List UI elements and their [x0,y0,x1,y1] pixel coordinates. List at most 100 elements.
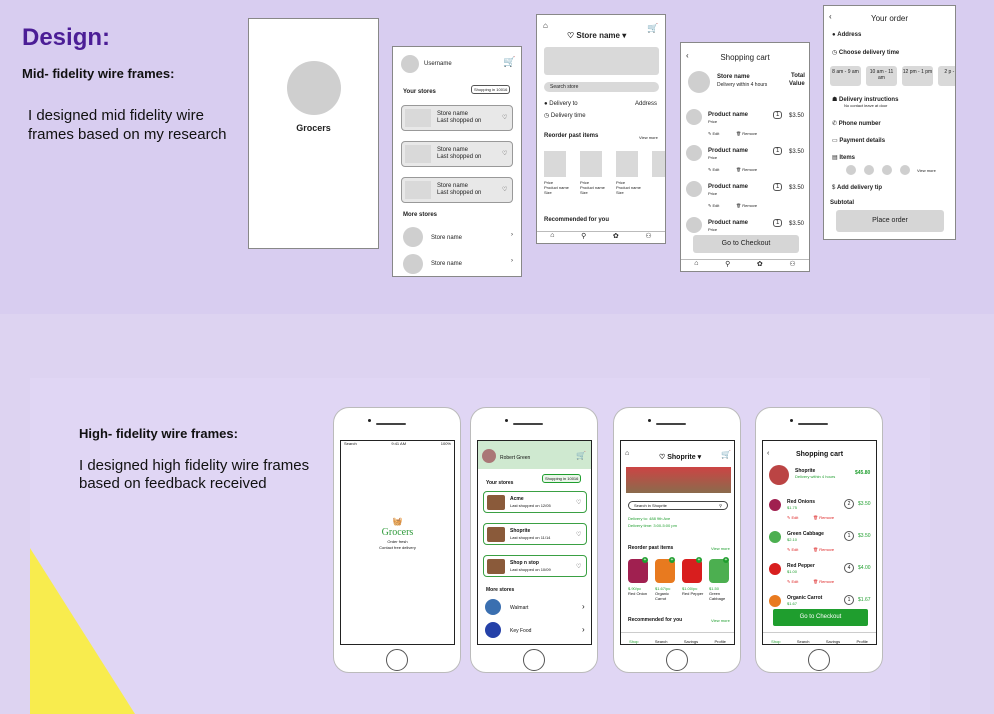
username: Username [424,61,452,67]
store-selector[interactable]: ♡ Shoprite ▾ [659,453,701,461]
edit-link[interactable]: ✎ Edit [708,203,719,208]
cart-icon[interactable]: 🛒 [721,450,731,459]
stores-screen: Robert Green 🛒 Shopping in 10016 Your st… [477,440,592,645]
bottom-nav[interactable]: Shop Search Savings Profile [621,632,734,644]
place-order-button[interactable]: Place order [836,210,944,232]
edit-link[interactable]: ✎ Edit [787,547,798,552]
qty-stepper[interactable]: 1 [844,531,854,541]
home-icon[interactable]: ⌂ [625,450,629,457]
recommended-label: Recommended for you [544,217,610,223]
status-bar: Search 9:41 AM 100% [344,441,451,446]
phone-store-home: ⌂ ♡ Shoprite ▾ 🛒 Search in Shoprite ⚲ Del… [613,407,741,673]
location-badge[interactable]: Shopping in 10016 [542,474,582,483]
qty-stepper[interactable]: 4 [844,563,854,573]
payment-row[interactable]: ▭ Payment details [832,137,885,144]
high-fidelity-desc: I designed high fidelity wire frames bas… [79,457,310,492]
cart-icon[interactable]: 🛒 [503,57,515,68]
location-badge[interactable]: Shopping in 10016 [471,85,511,94]
splash-screen: Search 9:41 AM 100% 🧺 Grocers Order fresh C… [340,440,455,645]
bottom-nav[interactable]: ⌂ ⚲ ✿ ⚇ [681,259,809,271]
edit-link[interactable]: ✎ Edit [787,515,798,520]
heart-icon[interactable]: ♡ [576,531,581,538]
qty-stepper[interactable]: 1 [773,111,783,119]
heart-icon[interactable]: ♡ [576,563,581,570]
store-card[interactable]: Store name Last shopped on ♡ [401,105,513,131]
remove-link[interactable]: 🗑 Remove [813,579,834,584]
chevron-right-icon[interactable]: › [511,258,513,264]
product-item[interactable]: Price Product name Size [580,180,605,195]
chevron-right-icon[interactable]: › [582,602,585,611]
time-slot[interactable]: 12 pm - 1 pm [902,66,933,86]
phone-row[interactable]: ✆ Phone number [832,120,881,127]
qty-stepper[interactable]: 1 [773,183,783,191]
store-card[interactable]: Store name Last shopped on ♡ [401,177,513,203]
store-walmart[interactable]: Walmart [510,605,528,611]
remove-link[interactable]: 🗑 Remove [736,203,757,208]
home-button[interactable] [666,649,688,671]
store-card[interactable]: Acme Last shopped on 12/05 ♡ [483,491,587,513]
chevron-right-icon[interactable]: › [511,232,513,238]
instructions-row[interactable]: ☗ Delivery instructions No contact leave … [832,96,898,108]
tip-row[interactable]: $ Add delivery tip [832,185,882,191]
search-input[interactable]: Search store [544,82,659,92]
cart-icon[interactable]: 🛒 [647,23,658,34]
store-card[interactable]: Shop n stop Last shopped on 10/09 ♡ [483,555,587,577]
wireframe-cart: ‹ Shopping cart Store name Delivery with… [680,42,810,272]
remove-link[interactable]: 🗑 Remove [736,167,757,172]
address[interactable]: Address [635,101,657,107]
edit-link[interactable]: ✎ Edit [787,579,798,584]
store-card[interactable]: Shoprite Last shopped on 11/14 ♡ [483,523,587,545]
home-button[interactable] [386,649,408,671]
avatar[interactable] [401,55,419,73]
view-more-link[interactable]: View more [917,168,936,173]
view-more-link[interactable]: View more [711,618,730,623]
home-icon[interactable]: ⌂ [543,21,548,30]
view-more-link[interactable]: View more [639,135,658,140]
bottom-nav[interactable]: ⌂ ⚲ ✿ ⚇ [537,231,665,243]
chevron-right-icon[interactable]: › [582,625,585,634]
delivery-to[interactable]: ● Delivery to [544,101,578,107]
delivery-time[interactable]: ◷ Delivery time [544,112,586,119]
search-icon: ⚲ [719,503,722,508]
store-name[interactable]: Store name [431,235,462,241]
time-slot[interactable]: 10 am - 11 am [866,66,897,86]
delivery-time-row[interactable]: ◷ Choose delivery time [832,49,899,56]
time-slot[interactable]: 2 p - 3 p [938,66,955,86]
bottom-nav[interactable]: Shop Search Savings Profile [763,632,876,644]
remove-link[interactable]: 🗑 Remove [736,131,757,136]
delivery-to[interactable]: Delivery to: 488 9th Ave [628,516,670,521]
add-icon: + [669,557,675,563]
qty-stepper[interactable]: 1 [773,147,783,155]
home-button[interactable] [523,649,545,671]
checkout-button[interactable]: Go to Checkout [693,235,799,253]
time-slot[interactable]: 8 am - 9 am [830,66,861,86]
avatar[interactable] [482,449,496,463]
remove-link[interactable]: 🗑 Remove [813,547,834,552]
wireframe-stores: Username 🛒 Shopping in 10016 Your stores… [392,46,522,277]
cart-total: $45.80 [855,470,871,476]
home-button[interactable] [808,649,830,671]
heart-icon[interactable]: ♡ [576,499,581,506]
store-keyfood[interactable]: Key Food [510,628,531,634]
product-item[interactable]: Price Product name Size [544,180,569,195]
qty-stepper[interactable]: 1 [844,595,854,605]
edit-link[interactable]: ✎ Edit [708,167,719,172]
address-row[interactable]: ● Address [832,32,861,38]
store-card[interactable]: Store name Last shopped on ♡ [401,141,513,167]
your-stores-label: Your stores [486,480,514,486]
checkout-button[interactable]: Go to Checkout [773,609,868,626]
product-item[interactable]: Price Product name Size [616,180,641,195]
reorder-label: Reorder past items [544,133,599,139]
subtotal-label: Subtotal [830,200,854,206]
qty-stepper[interactable]: 2 [844,499,854,509]
store-name: Store name [717,74,750,80]
qty-stepper[interactable]: 1 [773,219,783,227]
store-selector[interactable]: ♡ Store name ▾ [567,31,626,40]
delivery-time[interactable]: Delivery time: 3:00-5:00 pm [628,523,677,528]
remove-link[interactable]: 🗑 Remove [813,515,834,520]
store-name[interactable]: Store name [431,261,462,267]
view-more-link[interactable]: View more [711,546,730,551]
search-input[interactable]: Search in Shoprite ⚲ [628,501,728,510]
edit-link[interactable]: ✎ Edit [708,131,719,136]
cart-icon[interactable]: 🛒 [576,451,586,460]
